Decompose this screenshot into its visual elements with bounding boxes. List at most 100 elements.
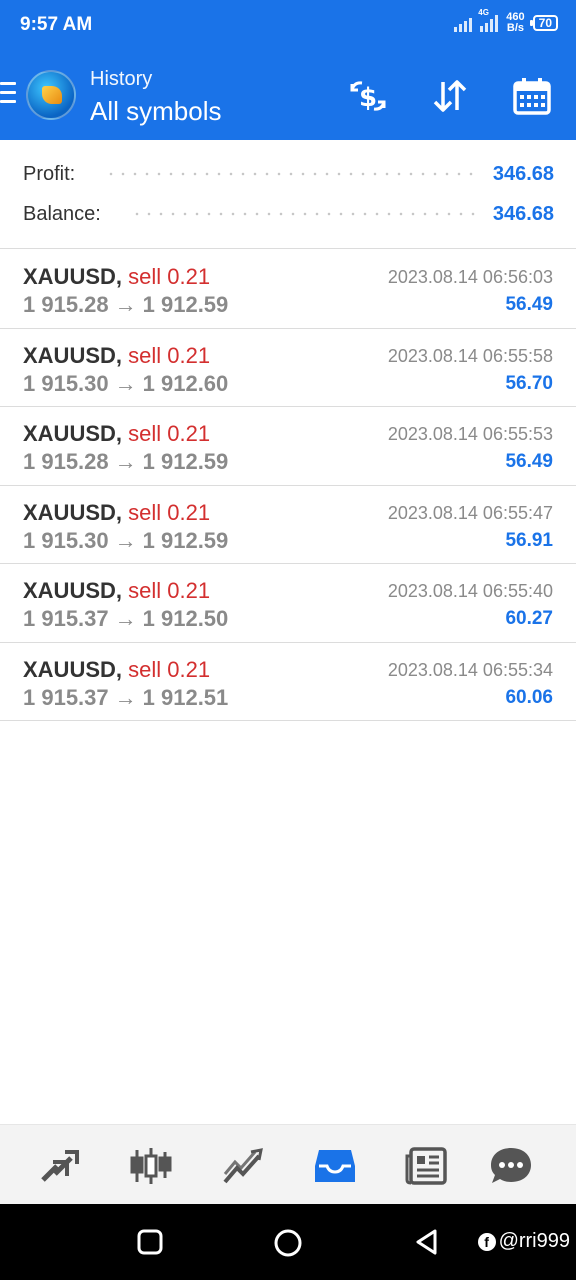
chart-icon[interactable]	[128, 1143, 174, 1189]
close-price: 1 912.50	[142, 606, 229, 631]
arrow-icon: →	[114, 684, 137, 710]
arrow-icon: →	[114, 292, 137, 317]
summary-panel: Profit: 346.68 Balance: 346.68	[0, 140, 576, 249]
battery-icon: 70	[529, 15, 558, 31]
trade-profit: 56.49	[505, 451, 553, 472]
trade-time: 2023.08.14 06:55:53	[387, 424, 553, 444]
trade-prices: 1 915.30 → 1 912.59	[23, 528, 228, 554]
trade-symbol: XAUUSD, sell 0.21	[23, 500, 210, 526]
trade-row[interactable]: XAUUSD, sell 0.21 1 915.28 → 1 912.59 2023…	[0, 250, 576, 329]
facebook-icon: f	[477, 1232, 496, 1251]
trade-side: sell 0.21	[128, 264, 211, 289]
balance-label: Balance:	[23, 202, 101, 225]
open-price: 1 915.28	[23, 449, 109, 474]
trade-row[interactable]: XAUUSD, sell 0.21 1 915.30 → 1 912.59 2023…	[0, 486, 576, 564]
back-button[interactable]	[413, 1228, 441, 1256]
trade-time: 2023.08.14 06:56:03	[387, 267, 553, 287]
trade-time: 2023.08.14 06:55:47	[387, 502, 553, 523]
profit-value: 346.68	[492, 162, 554, 185]
trade-prices: 1 915.37 → 1 912.51	[23, 685, 228, 711]
dotted-leader	[130, 212, 479, 216]
network-speed: 460 B/s	[506, 12, 524, 34]
trade-prices: 1 915.30 → 1 912.60	[23, 371, 228, 397]
trade-profit: 56.91	[505, 529, 553, 551]
symbol-text: XAUUSD,	[23, 264, 123, 289]
symbol-text: XAUUSD,	[23, 578, 123, 603]
trade-time: 2023.08.14 06:55:58	[387, 345, 553, 366]
trade-side: sell 0.21	[128, 578, 211, 603]
trade-history-list: XAUUSD, sell 0.21 1 915.28 → 1 912.59 2023…	[0, 250, 576, 721]
sort-icon[interactable]	[428, 76, 472, 116]
trade-side: sell 0.21	[128, 656, 211, 682]
watermark: f @rri999	[477, 1230, 570, 1253]
network-speed-unit: B/s	[506, 22, 525, 34]
trade-symbol: XAUUSD, sell 0.21	[23, 343, 210, 369]
header-title[interactable]: All symbols	[90, 96, 221, 127]
trade-row[interactable]: XAUUSD, sell 0.21 1 915.30 → 1 912.60 2023…	[0, 329, 576, 407]
symbol-text: XAUUSD,	[23, 342, 123, 368]
trade-side: sell 0.21	[128, 499, 211, 525]
arrow-icon: →	[114, 449, 137, 474]
app-logo[interactable]	[26, 70, 76, 120]
quotes-icon[interactable]	[36, 1143, 82, 1189]
bottom-nav	[0, 1124, 576, 1204]
recents-button[interactable]	[136, 1228, 164, 1256]
trade-symbol: XAUUSD, sell 0.21	[23, 657, 210, 683]
network-type: 4G	[478, 8, 489, 17]
trade-prices: 1 915.37 → 1 912.50	[23, 606, 228, 632]
menu-icon[interactable]	[0, 82, 16, 104]
close-price: 1 912.51	[142, 684, 229, 710]
status-indicators: 4G 460 B/s 70	[454, 8, 558, 34]
trade-side: sell 0.21	[128, 421, 211, 446]
close-price: 1 912.59	[142, 449, 229, 474]
balance-value: 346.68	[492, 202, 554, 225]
arrow-icon: →	[114, 606, 137, 631]
balance-row: Balance: 346.68	[23, 199, 554, 229]
trade-icon[interactable]	[220, 1143, 266, 1189]
trade-prices: 1 915.28 → 1 912.59	[23, 449, 228, 475]
open-price: 1 915.30	[23, 370, 109, 396]
signal-4g-icon: 4G	[478, 8, 499, 32]
trade-prices: 1 915.28 → 1 912.59	[23, 292, 228, 318]
trade-time: 2023.08.14 06:55:34	[387, 659, 553, 680]
system-nav-bar: f @rri999	[0, 1204, 576, 1280]
calendar-icon[interactable]	[510, 76, 554, 116]
profit-label: Profit:	[23, 162, 76, 185]
close-price: 1 912.59	[142, 292, 229, 317]
signal-icon	[454, 14, 473, 32]
close-price: 1 912.60	[142, 370, 229, 396]
trade-profit: 60.27	[505, 608, 553, 629]
dotted-leader	[105, 172, 479, 176]
header-subtitle: History	[90, 68, 153, 90]
trade-profit: 56.49	[505, 294, 553, 315]
trade-row[interactable]: XAUUSD, sell 0.21 1 915.37 → 1 912.50 2023…	[0, 564, 576, 643]
status-time: 9:57 AM	[20, 14, 93, 35]
trade-profit: 60.06	[505, 686, 553, 708]
chat-icon[interactable]	[488, 1143, 534, 1189]
trade-symbol: XAUUSD, sell 0.21	[23, 264, 210, 290]
symbol-text: XAUUSD,	[23, 656, 123, 682]
watermark-text: @rri999	[498, 1230, 570, 1252]
open-price: 1 915.37	[23, 684, 109, 710]
close-price: 1 912.59	[142, 527, 229, 553]
open-price: 1 915.37	[23, 606, 109, 631]
news-icon[interactable]	[404, 1143, 450, 1189]
app-header: History All symbols $	[0, 52, 576, 140]
trade-row[interactable]: XAUUSD, sell 0.21 1 915.37 → 1 912.51 2023…	[0, 643, 576, 721]
dollar-exchange-icon[interactable]: $	[346, 76, 390, 116]
arrow-icon: →	[114, 527, 137, 553]
arrow-icon: →	[114, 370, 137, 396]
trade-row[interactable]: XAUUSD, sell 0.21 1 915.28 → 1 912.59 2023…	[0, 407, 576, 486]
trade-symbol: XAUUSD, sell 0.21	[23, 578, 210, 604]
symbol-text: XAUUSD,	[23, 499, 123, 525]
open-price: 1 915.28	[23, 292, 109, 317]
status-bar: 9:57 AM 4G 460 B/s 70	[0, 0, 576, 52]
trade-side: sell 0.21	[128, 342, 211, 368]
home-button[interactable]	[273, 1228, 303, 1258]
symbol-text: XAUUSD,	[23, 421, 123, 446]
trade-profit: 56.70	[505, 372, 553, 394]
trade-time: 2023.08.14 06:55:40	[387, 581, 553, 601]
open-price: 1 915.30	[23, 527, 109, 553]
history-icon[interactable]	[312, 1143, 358, 1189]
profit-row: Profit: 346.68	[23, 159, 554, 189]
